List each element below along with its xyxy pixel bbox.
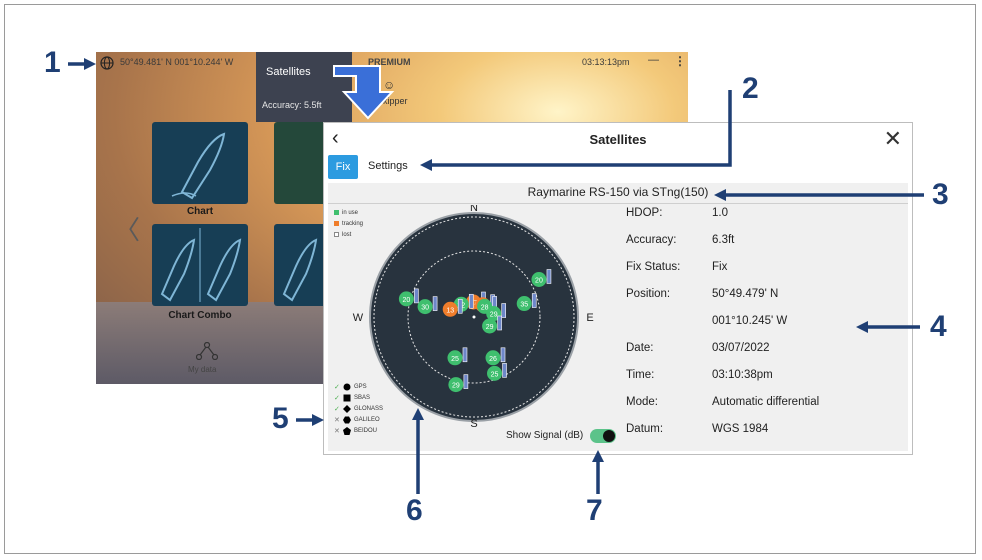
callout-3: 3 — [932, 178, 949, 211]
callout-4: 4 — [930, 310, 947, 343]
callout-arrows — [68, 58, 924, 494]
callout-5: 5 — [272, 402, 289, 435]
callout-1: 1 — [44, 46, 61, 79]
callout-7: 7 — [586, 494, 603, 527]
callout-6: 6 — [406, 494, 423, 527]
callout-2: 2 — [742, 72, 759, 105]
